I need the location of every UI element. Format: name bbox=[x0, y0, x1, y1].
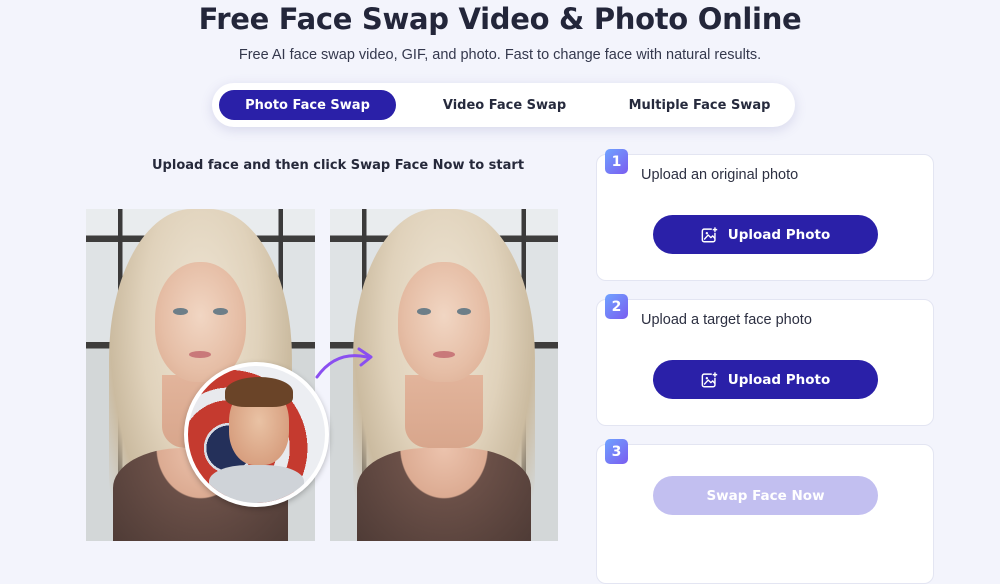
button-label: Upload Photo bbox=[727, 371, 831, 388]
tab-video-face-swap[interactable]: Video Face Swap bbox=[412, 90, 597, 120]
step-upload-target: 2 Upload a target face photo Upload Phot… bbox=[596, 294, 934, 426]
upload-target-photo-button[interactable]: Upload Photo bbox=[653, 360, 878, 399]
step-number-badge: 1 bbox=[605, 149, 628, 174]
swap-face-now-button[interactable]: Swap Face Now bbox=[653, 476, 878, 515]
mode-tabs: Photo Face Swap Video Face Swap Multiple… bbox=[212, 83, 795, 127]
button-label: Upload Photo bbox=[727, 226, 831, 243]
image-upload-icon bbox=[701, 225, 718, 242]
step-label: Upload a target face photo bbox=[641, 312, 812, 328]
step-number-badge: 3 bbox=[605, 439, 628, 464]
step-swap-face: 3 Swap Face Now bbox=[596, 439, 934, 584]
step-number-badge: 2 bbox=[605, 294, 628, 319]
step-label: Upload an original photo bbox=[641, 167, 799, 183]
upload-original-photo-button[interactable]: Upload Photo bbox=[653, 215, 878, 254]
image-upload-icon bbox=[701, 370, 718, 387]
page-title: Free Face Swap Video & Photo Online bbox=[198, 2, 802, 36]
tab-multiple-face-swap[interactable]: Multiple Face Swap bbox=[607, 90, 792, 120]
page-subtitle: Free AI face swap video, GIF, and photo.… bbox=[238, 47, 762, 63]
tab-photo-face-swap[interactable]: Photo Face Swap bbox=[219, 90, 396, 120]
target-face-avatar bbox=[184, 362, 329, 507]
swap-arrow-icon bbox=[315, 347, 373, 379]
step-upload-original: 1 Upload an original photo Upload Photo bbox=[596, 149, 934, 281]
demo-instruction: Upload face and then click Swap Face Now… bbox=[152, 158, 525, 173]
